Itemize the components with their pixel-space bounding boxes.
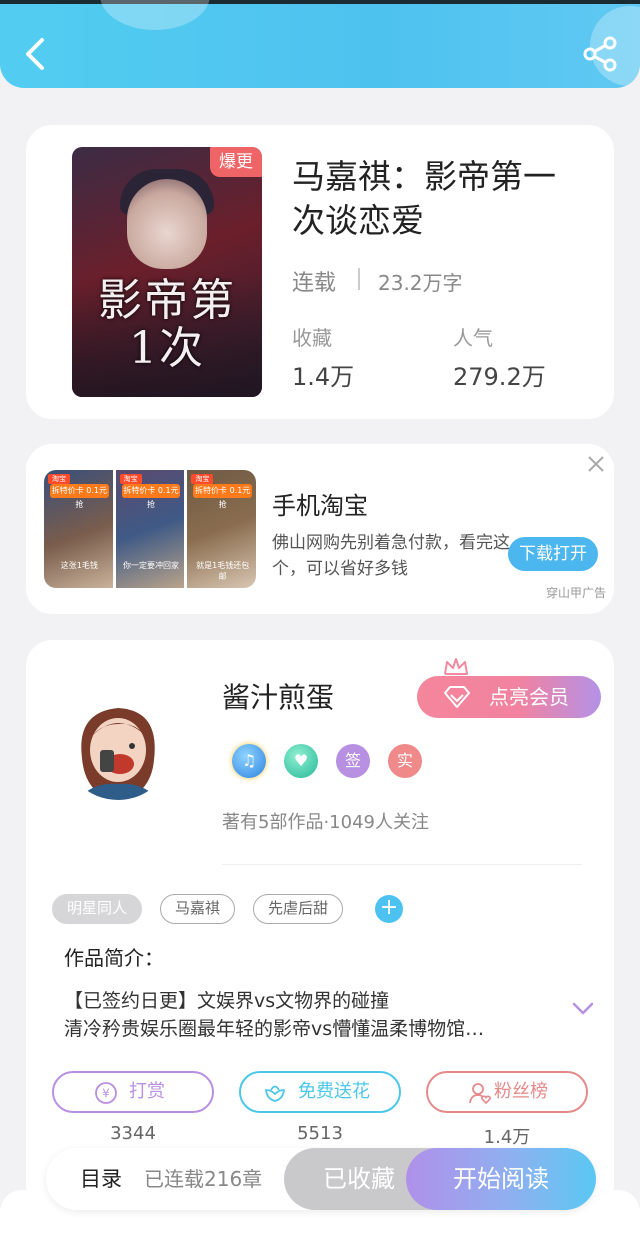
tag-list: 明星同人 马嘉祺 先虐后甜 +	[52, 894, 404, 924]
close-icon[interactable]	[584, 452, 608, 476]
ad-image: 淘宝 拆特价卡 0.1元抢 就是1毛钱还包邮	[187, 470, 256, 588]
cover-title-art: 影帝第1次	[98, 275, 236, 374]
share-icon[interactable]	[580, 34, 620, 74]
toc-button[interactable]: 目录	[80, 1148, 122, 1210]
works-info: 著有5部作品·1049人关注	[222, 812, 429, 833]
book-info-card: 影帝第1次 爆更 马嘉祺：影帝第一次谈恋爱 连载 23.2万字 收藏 1.4万 …	[26, 125, 614, 419]
divider	[222, 864, 582, 865]
tag-chip[interactable]: 马嘉祺	[160, 894, 236, 924]
ad-image: 淘宝 拆特价卡 0.1元抢 你一定要冲回家	[115, 470, 185, 588]
ad-image: 淘宝 拆特价卡 0.1元抢 这张1毛钱	[44, 470, 113, 588]
hot-update-badge: 爆更	[210, 147, 262, 177]
author-avatar[interactable]	[62, 688, 174, 800]
avatar-illustration	[78, 708, 158, 800]
add-tag-button[interactable]: +	[375, 895, 404, 923]
tip-button[interactable]: ¥ 打赏	[52, 1071, 214, 1113]
header-bar	[0, 0, 640, 88]
chapter-count[interactable]: 已连载216章	[144, 1148, 262, 1210]
signed-badge: 签	[336, 744, 370, 778]
popularity-value: 279.2万	[453, 363, 546, 391]
bottom-action-bar: 目录 已连载216章 已收藏 开始阅读	[46, 1148, 596, 1210]
book-title: 马嘉祺：影帝第一次谈恋爱	[292, 157, 556, 240]
book-cover[interactable]: 影帝第1次 爆更	[72, 147, 262, 397]
author-badges: ♫ ♥ 签 实	[232, 744, 422, 778]
tag-chip[interactable]: 先虐后甜	[253, 894, 344, 924]
favorites-label: 收藏	[292, 326, 332, 350]
music-badge-icon: ♫	[232, 744, 266, 778]
flower-count: 5513	[297, 1123, 343, 1144]
back-icon[interactable]	[18, 34, 54, 74]
ad-card[interactable]: 淘宝 拆特价卡 0.1元抢 这张1毛钱 淘宝 拆特价卡 0.1元抢 你一定要冲回…	[26, 444, 614, 614]
fan-ranking-button[interactable]: 粉丝榜	[426, 1071, 588, 1113]
ad-description: 佛山网购先别着急付款，看完这个，可以省好多钱	[272, 533, 510, 579]
start-reading-button[interactable]: 开始阅读	[406, 1148, 596, 1210]
intro-text-line: 清冷矜贵娱乐圈最年轻的影帝vs懵懂温柔博物馆…	[64, 1018, 485, 1040]
divider	[358, 268, 360, 290]
chevron-down-icon[interactable]	[572, 1002, 594, 1016]
ad-title: 手机淘宝	[272, 492, 368, 520]
intro-label: 作品简介：	[64, 946, 164, 970]
tag-chip[interactable]: 明星同人	[52, 894, 143, 924]
author-name[interactable]: 酱汁煎蛋	[222, 676, 334, 716]
popularity-label: 人气	[453, 326, 493, 350]
verified-badge: 实	[388, 744, 422, 778]
cover-portrait	[127, 179, 207, 269]
handshake-badge-icon: ♥	[284, 744, 318, 778]
fans-count: 1.4万	[483, 1127, 531, 1148]
crown-icon	[444, 658, 468, 675]
ad-image-strip[interactable]: 淘宝 拆特价卡 0.1元抢 这张1毛钱 淘宝 拆特价卡 0.1元抢 你一定要冲回…	[44, 470, 256, 588]
tip-count: 3344	[110, 1123, 156, 1144]
ad-download-button[interactable]: 下载打开	[508, 537, 598, 571]
favorites-value: 1.4万	[292, 363, 355, 391]
intro-text-line: 【已签约日更】文娱界vs文物界的碰撞	[64, 990, 390, 1012]
vip-button[interactable]: 点亮会员	[417, 676, 601, 718]
send-flower-button[interactable]: 免费送花	[239, 1071, 401, 1113]
decor-bubble	[100, 0, 210, 30]
status-strip	[0, 0, 640, 4]
word-count: 23.2万字	[378, 271, 463, 295]
ad-source: 穿山甲广告	[546, 586, 607, 600]
diamond-icon	[444, 686, 470, 708]
serial-status: 连载	[292, 271, 337, 296]
